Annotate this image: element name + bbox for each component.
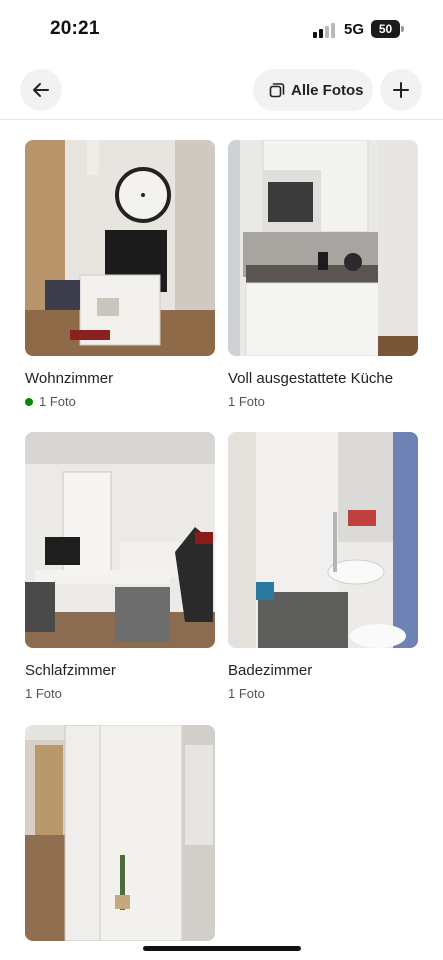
room-photo-zusaetzliche-fotos[interactable]	[25, 725, 215, 941]
room-photo-kueche[interactable]	[228, 140, 418, 356]
room-title: Voll ausgestattete Küche	[228, 370, 394, 387]
room-card-schlafzimmer[interactable]: Schlafzimmer 1 Foto	[25, 432, 215, 701]
cellular-signal-icon	[313, 22, 339, 38]
network-type: 5G	[344, 21, 365, 38]
top-nav-bar: Alle Fotos	[0, 60, 443, 120]
add-button[interactable]	[380, 69, 422, 111]
plus-icon	[393, 82, 409, 98]
battery-level: 50	[378, 22, 393, 36]
room-title: Badezimmer	[228, 662, 313, 679]
arrow-left-icon	[33, 83, 49, 97]
room-photo-count: 1 Foto	[228, 394, 265, 409]
room-photo-count: 1 Foto	[228, 686, 265, 701]
status-bar: 20:21 5G 50	[0, 0, 443, 60]
battery-icon: 50	[371, 20, 404, 38]
room-title: Wohnzimmer	[25, 370, 114, 387]
home-indicator	[143, 946, 301, 951]
status-time: 20:21	[50, 18, 100, 39]
room-card-badezimmer[interactable]: Badezimmer 1 Foto	[228, 432, 418, 701]
room-card-wohnzimmer[interactable]: Wohnzimmer 1 Foto	[25, 140, 215, 409]
room-photo-count-label: 1 Foto	[228, 686, 265, 701]
room-photo-badezimmer[interactable]	[228, 432, 418, 648]
room-photo-count: 1 Foto	[25, 394, 76, 409]
room-photo-count: 1 Foto	[25, 686, 62, 701]
room-photo-wohnzimmer[interactable]	[25, 140, 215, 356]
room-photo-count-label: 1 Foto	[39, 394, 76, 409]
photo-stack-icon	[269, 83, 285, 98]
room-photo-count-label: 1 Foto	[228, 394, 265, 409]
room-title: Schlafzimmer	[25, 662, 116, 679]
room-card-zusaetzliche-fotos[interactable]	[25, 725, 215, 941]
all-photos-label: Alle Fotos	[291, 81, 364, 99]
back-button[interactable]	[20, 69, 62, 111]
room-card-kueche[interactable]: Voll ausgestattete Küche 1 Foto	[228, 140, 418, 409]
room-photo-schlafzimmer[interactable]	[25, 432, 215, 648]
all-photos-button[interactable]: Alle Fotos	[253, 69, 373, 111]
status-dot	[25, 397, 33, 406]
room-photo-count-label: 1 Foto	[25, 686, 62, 701]
